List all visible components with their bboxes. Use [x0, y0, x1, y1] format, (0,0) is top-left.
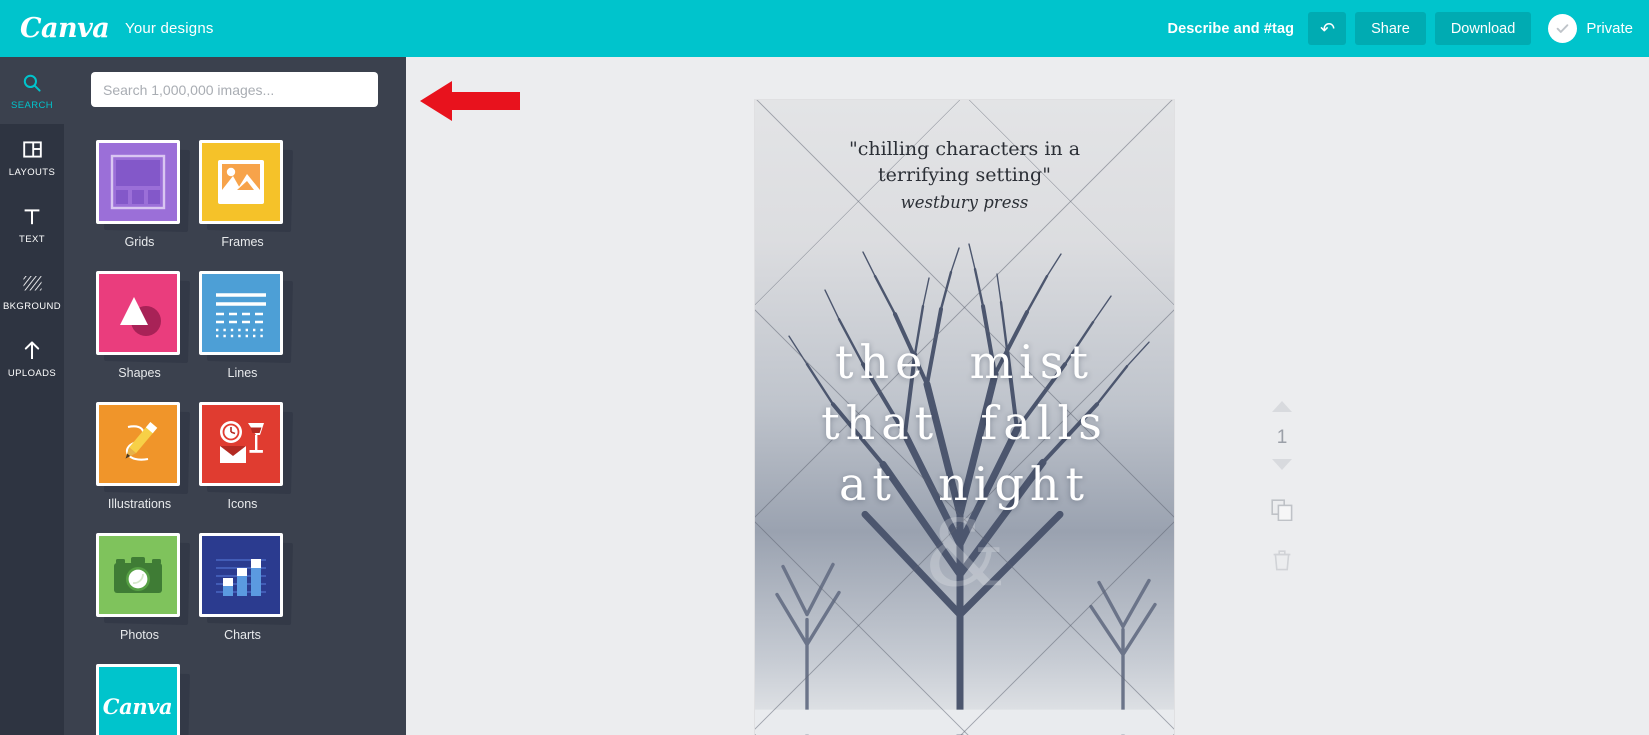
check-circle-icon	[1548, 14, 1578, 43]
sidebar-item-label: BKGROUND	[2, 300, 62, 312]
frames-icon	[198, 140, 283, 224]
sidebar-item-label: TEXT	[19, 233, 45, 245]
header-actions: Describe and #tag ↷ Share Download Priva…	[1168, 12, 1633, 45]
nav-your-designs[interactable]: Your designs	[125, 20, 214, 37]
describe-and-tag-label[interactable]: Describe and #tag	[1168, 21, 1295, 37]
design-workspace: & "chilling characters in a terrifying s…	[406, 57, 1649, 735]
design-byline-text: westbury press	[900, 193, 1029, 212]
sidebar-item-label: SEARCH	[11, 99, 53, 111]
title-line-2: that falls	[821, 396, 1108, 451]
grids-icon	[95, 140, 180, 224]
privacy-label: Private	[1586, 20, 1633, 37]
download-button[interactable]: Download	[1434, 12, 1532, 45]
sidebar-item-label: UPLOADS	[7, 367, 57, 379]
undo-button[interactable]: ↷	[1308, 12, 1347, 45]
tile-stack: Canva	[95, 664, 184, 735]
chevron-down-icon[interactable]	[1271, 458, 1293, 476]
sidebar-item-text[interactable]: TEXT	[0, 191, 64, 258]
sidebar-item-layouts[interactable]: LAYOUTS	[0, 124, 64, 191]
canva-editor: Canva Your designs Describe and #tag ↷ S…	[0, 0, 1649, 735]
illustrations-icon	[95, 402, 180, 486]
canva-heart-icon: Canva	[95, 664, 180, 735]
tile-frames[interactable]: Frames	[191, 140, 294, 249]
left-sidebar: SEARCH LAYOUTS TEXT BKGROUND UPLOADS	[0, 57, 64, 735]
quote-line-2: terrifying setting"	[878, 163, 1051, 186]
duplicate-page-icon[interactable]	[1271, 499, 1293, 526]
title-line-3: at night	[838, 457, 1091, 512]
trash-icon[interactable]	[1272, 549, 1292, 576]
top-header: Canva Your designs Describe and #tag ↷ S…	[0, 0, 1649, 57]
upload-arrow-icon	[22, 339, 42, 363]
tile-label: Photos	[120, 628, 159, 642]
search-panel: Grids Frames	[64, 57, 406, 735]
tile-label: Frames	[221, 235, 264, 249]
tile-icons[interactable]: Icons	[191, 402, 294, 511]
tile-stack	[95, 402, 184, 490]
tile-label: Grids	[124, 235, 155, 249]
sidebar-item-uploads[interactable]: UPLOADS	[0, 325, 64, 392]
canva-wordmark: Canva	[102, 693, 173, 719]
tile-stack	[95, 271, 184, 359]
tile-label: Illustrations	[107, 497, 172, 511]
tile-i-love-canva[interactable]: Canva I ❤ Canva	[88, 664, 191, 735]
tile-stack	[95, 140, 184, 228]
tile-photos[interactable]: Photos	[88, 533, 191, 642]
tile-stack	[95, 533, 184, 621]
tile-charts[interactable]: Charts	[191, 533, 294, 642]
lines-icon	[198, 271, 283, 355]
icons-icon	[198, 402, 283, 486]
design-canvas[interactable]: & "chilling characters in a terrifying s…	[755, 100, 1174, 735]
page-number: 1	[1276, 427, 1288, 448]
design-title-text: the mist that falls at night	[755, 332, 1174, 516]
shapes-icon	[95, 271, 180, 355]
quote-line-1: "chilling characters in a	[848, 138, 1081, 160]
tile-lines[interactable]: Lines	[191, 271, 294, 380]
tile-illustrations[interactable]: Illustrations	[88, 402, 191, 511]
tile-grids[interactable]: Grids	[88, 140, 191, 249]
sidebar-item-search[interactable]: SEARCH	[0, 57, 64, 124]
search-icon	[22, 71, 42, 95]
background-icon	[22, 272, 43, 296]
tile-label: Lines	[227, 366, 258, 380]
tile-label: Charts	[224, 628, 261, 642]
tile-stack	[198, 402, 287, 490]
tile-stack	[198, 533, 287, 621]
tile-label: Shapes	[118, 366, 161, 380]
tile-shapes[interactable]: Shapes	[88, 271, 191, 380]
annotation-arrow	[420, 78, 520, 129]
page-controls: 1	[1262, 400, 1302, 576]
text-icon	[22, 205, 42, 229]
undo-arrow-icon: ↷	[1319, 18, 1335, 39]
layouts-icon	[22, 138, 42, 162]
photos-camera-icon	[95, 533, 180, 617]
design-quote-text: "chilling characters in a terrifying set…	[755, 137, 1174, 189]
privacy-status[interactable]: Private	[1548, 14, 1633, 43]
tile-stack	[198, 271, 287, 359]
sidebar-item-label: LAYOUTS	[8, 166, 56, 178]
tile-label: Icons	[227, 497, 258, 511]
canva-logo[interactable]: Canva	[20, 12, 110, 46]
share-button[interactable]: Share	[1355, 12, 1426, 45]
title-line-1: the mist	[834, 335, 1094, 389]
charts-bar-icon	[198, 533, 283, 617]
category-tile-grid: Grids Frames Shapes Lines Illustrations …	[88, 140, 388, 735]
sidebar-item-background[interactable]: BKGROUND	[0, 258, 64, 325]
chevron-up-icon[interactable]	[1271, 400, 1293, 418]
tile-stack	[198, 140, 287, 228]
watermark: &	[923, 500, 1006, 607]
search-input[interactable]	[91, 72, 378, 107]
